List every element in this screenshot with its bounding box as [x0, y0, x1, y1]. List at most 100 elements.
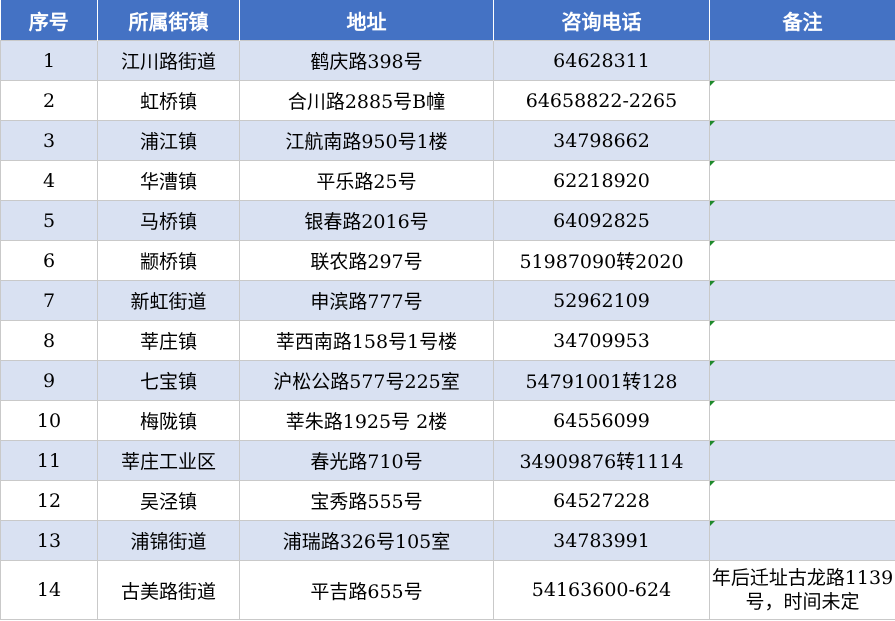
cell-phone[interactable]: 64092825 [493, 200, 710, 241]
cell-no[interactable]: 2 [0, 80, 98, 121]
cell-note[interactable] [709, 160, 895, 201]
service-contact-table: 序号 所属街镇 地址 咨询电话 备注 1 江川路街道 鹤庆路398号 64628311… [0, 0, 895, 620]
header-phone[interactable]: 咨询电话 [493, 0, 710, 41]
cell-town[interactable]: 梅陇镇 [97, 400, 240, 441]
table-body: 1 江川路街道 鹤庆路398号 64628311 2 虹桥镇 合川路2885号B幢 64658… [0, 40, 895, 620]
cell-marker-icon [710, 441, 715, 446]
cell-town[interactable]: 莘庄工业区 [97, 440, 240, 481]
cell-phone[interactable]: 64628311 [493, 40, 710, 81]
table-row: 11 莘庄工业区 春光路710号 34909876转1114 [0, 440, 895, 481]
cell-town[interactable]: 华漕镇 [97, 160, 240, 201]
cell-note[interactable] [709, 400, 895, 441]
cell-marker-icon [710, 521, 715, 526]
table-row: 4 华漕镇 平乐路25号 62218920 [0, 160, 895, 201]
cell-no[interactable]: 11 [0, 440, 98, 481]
cell-address[interactable]: 宝秀路555号 [239, 480, 494, 521]
table-row: 2 虹桥镇 合川路2885号B幢 64658822-2265 [0, 80, 895, 121]
cell-marker-icon [710, 161, 715, 166]
cell-no[interactable]: 14 [0, 560, 98, 620]
cell-town[interactable]: 新虹街道 [97, 280, 240, 321]
cell-marker-icon [710, 401, 715, 406]
cell-note[interactable]: 年后迁址古龙路1139号，时间未定 [709, 560, 895, 620]
cell-phone[interactable]: 34783991 [493, 520, 710, 561]
cell-note[interactable] [709, 480, 895, 521]
cell-town[interactable]: 浦锦街道 [97, 520, 240, 561]
cell-marker-icon [710, 81, 715, 86]
header-row: 序号 所属街镇 地址 咨询电话 备注 [0, 0, 895, 41]
cell-phone[interactable]: 34798662 [493, 120, 710, 161]
cell-marker-icon [710, 201, 715, 206]
header-address[interactable]: 地址 [239, 0, 494, 41]
cell-town[interactable]: 浦江镇 [97, 120, 240, 161]
cell-phone[interactable]: 54163600-624 [493, 560, 710, 620]
cell-address[interactable]: 沪松公路577号225室 [239, 360, 494, 401]
cell-no[interactable]: 13 [0, 520, 98, 561]
table-row: 5 马桥镇 银春路2016号 64092825 [0, 200, 895, 241]
cell-town[interactable]: 江川路街道 [97, 40, 240, 81]
table-row: 14 古美路街道 平吉路655号 54163600-624 年后迁址古龙路1139号，时… [0, 560, 895, 620]
header-note[interactable]: 备注 [709, 0, 895, 41]
cell-town[interactable]: 莘庄镇 [97, 320, 240, 361]
table-row: 7 新虹街道 申滨路777号 52962109 [0, 280, 895, 321]
cell-address[interactable]: 莘朱路1925号 2楼 [239, 400, 494, 441]
cell-no[interactable]: 3 [0, 120, 98, 161]
cell-marker-icon [710, 281, 715, 286]
cell-no[interactable]: 10 [0, 400, 98, 441]
cell-note[interactable] [709, 240, 895, 281]
cell-address[interactable]: 春光路710号 [239, 440, 494, 481]
cell-address[interactable]: 鹤庆路398号 [239, 40, 494, 81]
cell-no[interactable]: 6 [0, 240, 98, 281]
table-row: 12 吴泾镇 宝秀路555号 64527228 [0, 480, 895, 521]
cell-note[interactable] [709, 520, 895, 561]
cell-phone[interactable]: 62218920 [493, 160, 710, 201]
cell-town[interactable]: 吴泾镇 [97, 480, 240, 521]
table-row: 1 江川路街道 鹤庆路398号 64628311 [0, 40, 895, 81]
cell-no[interactable]: 9 [0, 360, 98, 401]
cell-note[interactable] [709, 280, 895, 321]
cell-phone[interactable]: 64658822-2265 [493, 80, 710, 121]
cell-note[interactable] [709, 120, 895, 161]
cell-phone[interactable]: 52962109 [493, 280, 710, 321]
cell-phone[interactable]: 34909876转1114 [493, 440, 710, 481]
cell-note[interactable] [709, 360, 895, 401]
cell-phone[interactable]: 54791001转128 [493, 360, 710, 401]
cell-address[interactable]: 联农路297号 [239, 240, 494, 281]
cell-marker-icon [710, 321, 715, 326]
cell-note[interactable] [709, 440, 895, 481]
cell-address[interactable]: 申滨路777号 [239, 280, 494, 321]
cell-address[interactable]: 银春路2016号 [239, 200, 494, 241]
header-no[interactable]: 序号 [0, 0, 98, 41]
table-row: 13 浦锦街道 浦瑞路326号105室 34783991 [0, 520, 895, 561]
cell-phone[interactable]: 64556099 [493, 400, 710, 441]
cell-phone[interactable]: 51987090转2020 [493, 240, 710, 281]
cell-note[interactable] [709, 320, 895, 361]
cell-address[interactable]: 浦瑞路326号105室 [239, 520, 494, 561]
cell-marker-icon [710, 241, 715, 246]
cell-no[interactable]: 8 [0, 320, 98, 361]
cell-marker-icon [710, 481, 715, 486]
cell-no[interactable]: 1 [0, 40, 98, 81]
cell-phone[interactable]: 34709953 [493, 320, 710, 361]
cell-town[interactable]: 七宝镇 [97, 360, 240, 401]
table-row: 10 梅陇镇 莘朱路1925号 2楼 64556099 [0, 400, 895, 441]
cell-address[interactable]: 江航南路950号1楼 [239, 120, 494, 161]
cell-address[interactable]: 平吉路655号 [239, 560, 494, 620]
cell-town[interactable]: 马桥镇 [97, 200, 240, 241]
header-town[interactable]: 所属街镇 [97, 0, 240, 41]
cell-town[interactable]: 颛桥镇 [97, 240, 240, 281]
cell-no[interactable]: 7 [0, 280, 98, 321]
cell-town[interactable]: 虹桥镇 [97, 80, 240, 121]
table-row: 9 七宝镇 沪松公路577号225室 54791001转128 [0, 360, 895, 401]
cell-address[interactable]: 莘西南路158号1号楼 [239, 320, 494, 361]
cell-note[interactable] [709, 200, 895, 241]
cell-address[interactable]: 合川路2885号B幢 [239, 80, 494, 121]
cell-note[interactable] [709, 40, 895, 81]
cell-address[interactable]: 平乐路25号 [239, 160, 494, 201]
cell-town[interactable]: 古美路街道 [97, 560, 240, 620]
cell-note[interactable] [709, 80, 895, 121]
cell-no[interactable]: 12 [0, 480, 98, 521]
cell-phone[interactable]: 64527228 [493, 480, 710, 521]
cell-no[interactable]: 4 [0, 160, 98, 201]
table-row: 8 莘庄镇 莘西南路158号1号楼 34709953 [0, 320, 895, 361]
cell-no[interactable]: 5 [0, 200, 98, 241]
